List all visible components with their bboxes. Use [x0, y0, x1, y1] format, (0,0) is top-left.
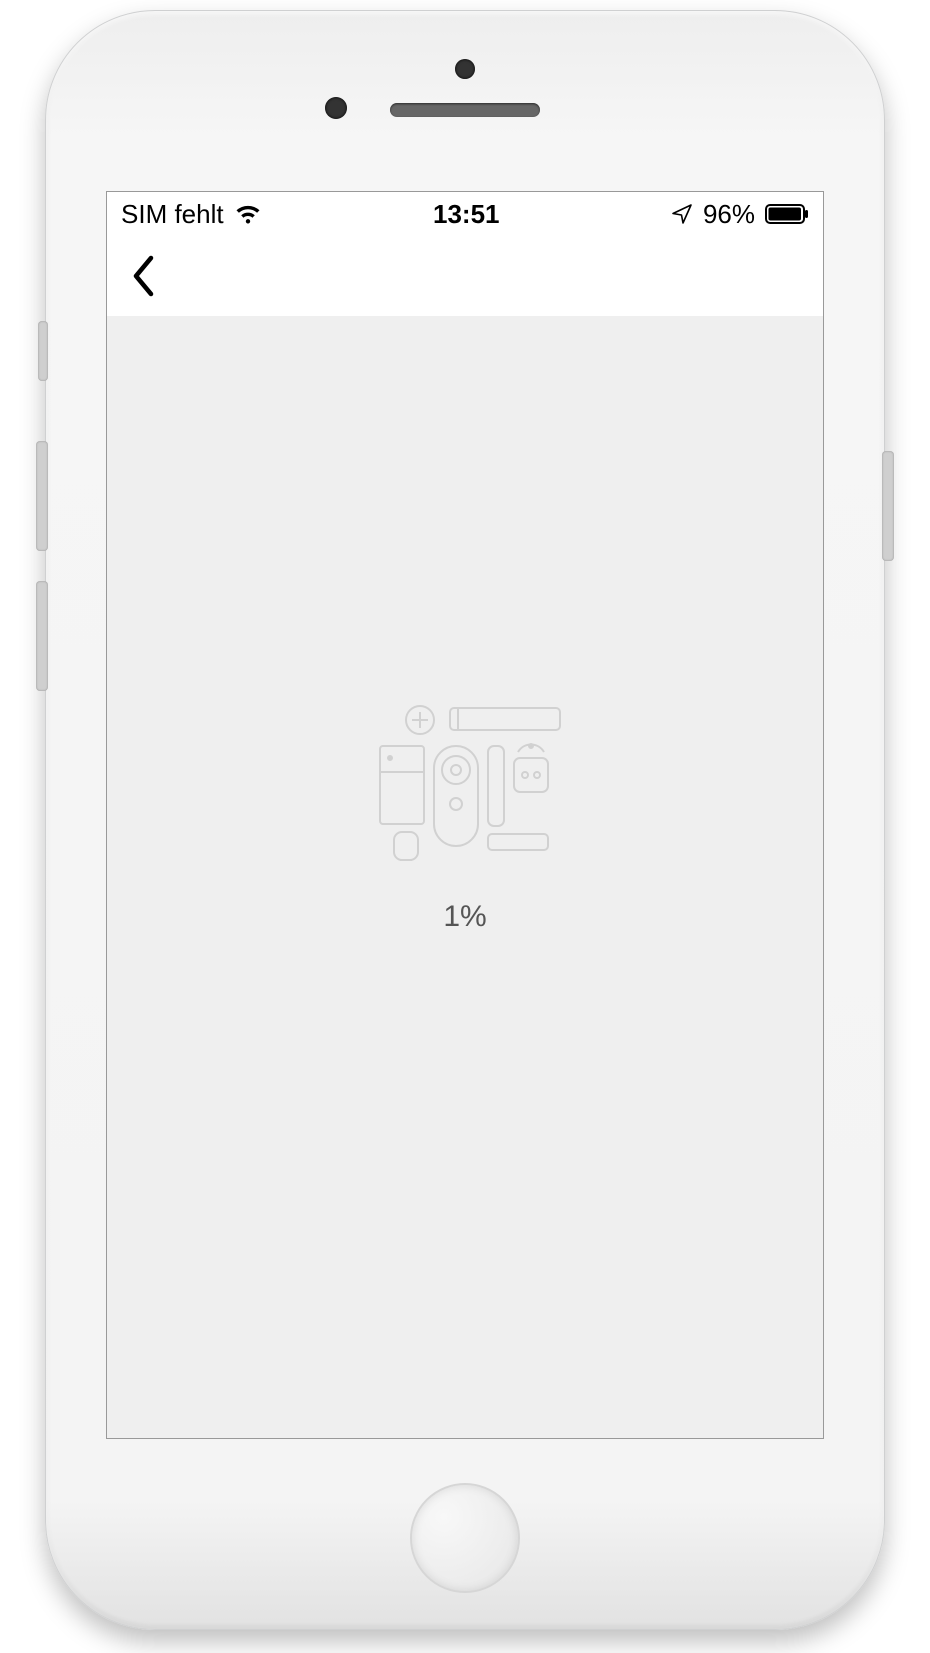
- back-button[interactable]: [129, 253, 159, 299]
- navigation-bar: [107, 236, 823, 316]
- status-bar: SIM fehlt 13:51 96%: [107, 192, 823, 236]
- volume-down-button[interactable]: [36, 581, 48, 691]
- sim-status-label: SIM fehlt: [121, 199, 224, 230]
- loading-content: 1%: [107, 316, 823, 1438]
- devices-illustration: [350, 700, 580, 870]
- proximity-sensor: [325, 97, 347, 119]
- home-button[interactable]: [410, 1483, 520, 1593]
- wifi-icon: [234, 203, 262, 225]
- location-arrow-icon: [671, 203, 693, 225]
- app-screen: SIM fehlt 13:51 96%: [106, 191, 824, 1439]
- status-time: 13:51: [433, 199, 500, 230]
- phone-frame: SIM fehlt 13:51 96%: [45, 10, 885, 1630]
- loading-progress-label: 1%: [443, 900, 486, 934]
- power-button[interactable]: [882, 451, 894, 561]
- chevron-left-icon: [129, 253, 159, 299]
- earpiece: [390, 103, 540, 117]
- battery-icon: [765, 204, 809, 224]
- volume-up-button[interactable]: [36, 441, 48, 551]
- mute-switch[interactable]: [38, 321, 48, 381]
- battery-percent-label: 96%: [703, 199, 755, 230]
- front-camera: [455, 59, 475, 79]
